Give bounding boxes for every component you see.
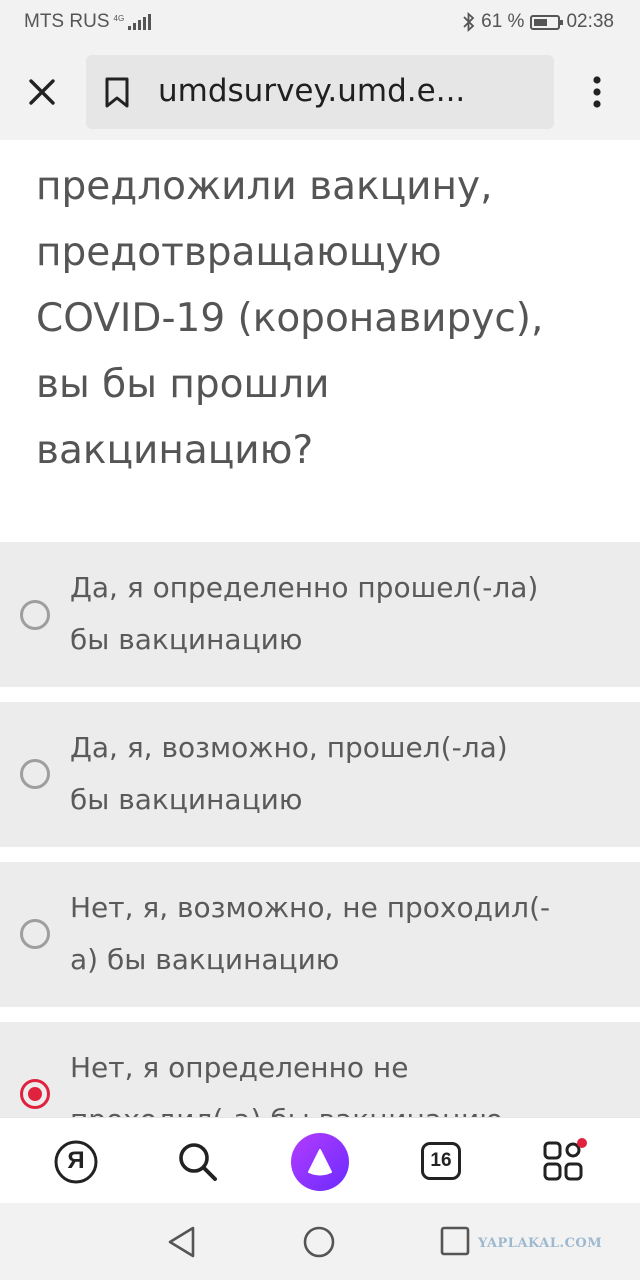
bluetooth-icon xyxy=(463,12,475,32)
address-bar[interactable]: umdsurvey.umd.e... xyxy=(86,55,554,129)
yandex-letter: Я xyxy=(67,1147,85,1174)
alice-triangle-icon xyxy=(308,1149,332,1176)
signal-icon xyxy=(128,14,152,30)
radio-button[interactable] xyxy=(20,600,50,630)
network-type: 4G xyxy=(113,14,125,23)
carrier-name: MTS RUS xyxy=(24,11,110,32)
browser-toolbar: umdsurvey.umd.e... xyxy=(0,44,640,140)
question-line: предложили вакцину, xyxy=(36,164,493,209)
status-right: 61 % 02:38 xyxy=(463,11,614,33)
yandex-icon[interactable]: Я xyxy=(52,1138,100,1186)
question-line: Если бы сегодня вам xyxy=(36,140,616,154)
url-text[interactable]: umdsurvey.umd.e... xyxy=(158,73,465,109)
option-label: Да, я определенно прошел(-ла) бы вакцина… xyxy=(70,562,610,666)
option-label-line: проходил(-а) бы вакцинацию xyxy=(70,1094,610,1117)
option-label-line: а) бы вакцинацию xyxy=(70,943,340,976)
radio-button[interactable] xyxy=(20,1079,50,1109)
answer-option-3[interactable]: Нет, я, возможно, не проходил(- а) бы ва… xyxy=(0,862,640,1007)
question-line: вы бы прошли xyxy=(36,362,330,407)
question-line: вакцинацию? xyxy=(36,428,314,473)
services-icon[interactable] xyxy=(540,1138,588,1186)
search-icon[interactable] xyxy=(174,1138,222,1186)
option-label-line: Да, я, возможно, прошел(-ла) xyxy=(70,731,508,764)
watermark: YAPLAKAL.COM xyxy=(478,1236,603,1251)
battery-percent: 61 % xyxy=(481,11,525,32)
answer-option-1[interactable]: Да, я определенно прошел(-ла) бы вакцина… xyxy=(0,542,640,687)
question-text: Если бы сегодня вам предложили вакцину, … xyxy=(36,140,616,484)
option-label-line: Нет, я, возможно, не проходил(- xyxy=(70,891,551,924)
recents-icon[interactable] xyxy=(440,1225,470,1257)
status-bar: MTS RUS 4G 61 % 02:38 xyxy=(0,0,640,44)
browser-bottom-nav: Я 16 xyxy=(0,1117,640,1204)
option-label-line: бы вакцинацию xyxy=(70,623,303,656)
battery-icon xyxy=(530,14,564,30)
bookmark-icon[interactable] xyxy=(104,77,130,109)
option-label-line: Нет, я определенно не xyxy=(70,1051,409,1084)
clock: 02:38 xyxy=(566,11,614,32)
option-label-line: бы вакцинацию xyxy=(70,783,303,816)
radio-button[interactable] xyxy=(20,759,50,789)
question-line: предотвращающую xyxy=(36,230,442,275)
answer-option-4[interactable]: Нет, я определенно не проходил(-а) бы ва… xyxy=(0,1022,640,1117)
tabs-icon[interactable]: 16 xyxy=(421,1142,461,1180)
option-label-line: Да, я определенно прошел(-ла) xyxy=(70,571,539,604)
alice-icon[interactable] xyxy=(291,1133,349,1191)
back-icon[interactable] xyxy=(166,1225,198,1259)
more-vertical-icon[interactable] xyxy=(582,72,612,112)
answer-option-2[interactable]: Да, я, возможно, прошел(-ла) бы вакцинац… xyxy=(0,702,640,847)
home-icon[interactable] xyxy=(302,1225,336,1259)
option-label: Да, я, возможно, прошел(-ла) бы вакцинац… xyxy=(70,722,610,826)
question-line: COVID-19 (коронавирус), xyxy=(36,296,544,341)
option-label: Нет, я определенно не проходил(-а) бы ва… xyxy=(70,1042,610,1117)
radio-button[interactable] xyxy=(20,919,50,949)
status-left: MTS RUS 4G xyxy=(24,11,152,33)
option-label: Нет, я, возможно, не проходил(- а) бы ва… xyxy=(70,882,610,986)
survey-content: Если бы сегодня вам предложили вакцину, … xyxy=(0,140,640,1117)
close-icon[interactable] xyxy=(22,72,62,112)
